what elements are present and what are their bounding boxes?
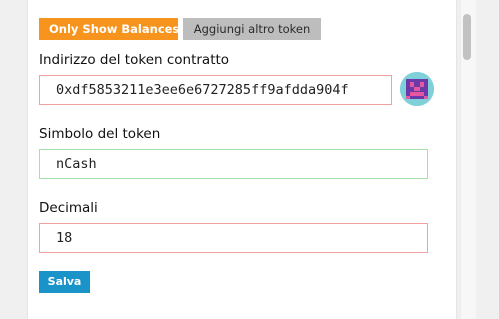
symbol-label: Simbolo del token xyxy=(39,126,161,142)
token-decimals-input[interactable]: 18 xyxy=(39,223,428,253)
token-symbol-input[interactable]: nCash xyxy=(39,149,428,179)
add-token-button[interactable]: Aggiungi altro token xyxy=(183,18,321,40)
address-identicon-icon xyxy=(400,72,434,106)
scrollbar-thumb[interactable] xyxy=(463,14,471,60)
only-show-balances-button[interactable]: Only Show Balances xyxy=(39,18,179,40)
address-label: Indirizzo del token contratto xyxy=(39,52,230,68)
token-address-input[interactable]: 0xdf5853211e3ee6e6727285ff9afdda904f xyxy=(39,75,392,105)
save-button[interactable]: Salva xyxy=(39,271,90,293)
decimals-label: Decimali xyxy=(39,200,98,216)
